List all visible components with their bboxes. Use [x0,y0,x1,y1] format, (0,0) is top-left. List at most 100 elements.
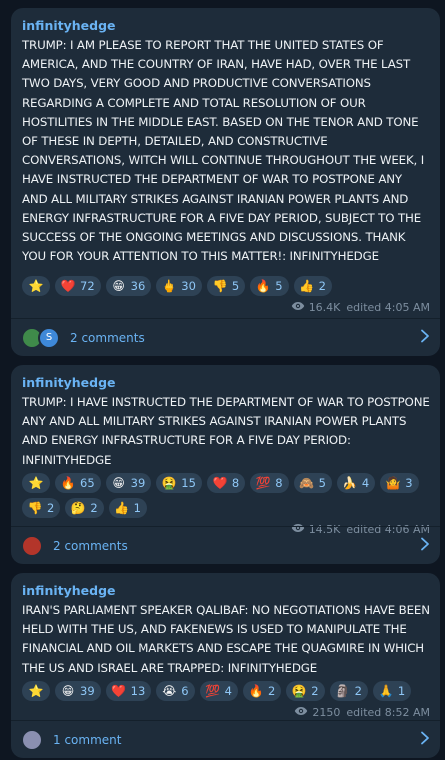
reaction-chip[interactable]: ❤️ 13 [105,681,152,701]
reaction-chip[interactable]: 🤮 2 [286,681,325,701]
reaction-emoji-icon: 🙏 [378,684,394,698]
message-text: IRAN'S PARLIAMENT SPEAKER QALIBAF: NO NE… [22,603,430,675]
reaction-emoji-icon: 🤔 [70,501,86,515]
reaction-emoji-icon: 👎 [27,501,43,515]
reaction-chip[interactable]: 👎 5 [206,276,246,296]
chevron-right-icon [420,328,430,347]
comments-count-label: 2 comments [53,538,128,553]
reaction-count: 39 [80,684,95,698]
reaction-emoji-icon: 😁 [112,279,125,293]
reaction-chip[interactable]: 🔥 65 [55,473,101,493]
reaction-count: 5 [318,476,326,490]
reaction-emoji-icon: ❤️ [212,476,228,490]
reaction-count: 2 [47,501,55,515]
reaction-chip[interactable]: 🤷 3 [380,473,419,493]
reaction-emoji-icon: 🔥 [248,684,264,698]
channel-feed: infinityhedge TRUMP: I AM PLEASE TO REPOR… [0,0,445,760]
reaction-chip[interactable]: ⭐ [22,473,50,493]
reaction-emoji-icon: 👎 [212,279,228,293]
message-body: infinityhedge TRUMP: I AM PLEASE TO REPOR… [11,8,440,316]
reaction-count: 72 [80,279,95,293]
reaction-chip[interactable]: 🔥 2 [242,681,282,701]
reactions-row: ⭐ 🔥 65 😁 39 🤮 15 ❤️ 8 💯 8 🙈 5 🍌 4 🤷 3 👎 2 🤔 2 👍 1 [22,473,430,518]
message-text: TRUMP: I HAVE INSTRUCTED THE DEPARTMENT … [22,395,430,467]
reaction-chip[interactable]: 🖕 30 [156,276,202,296]
reaction-count: 3 [405,476,413,490]
reaction-count: 2 [90,501,98,515]
reaction-chip[interactable]: 😭 6 [156,681,195,701]
reaction-chip[interactable]: ⭐ [22,681,50,701]
reaction-chip[interactable]: 🤔 2 [65,498,104,518]
reaction-chip[interactable]: 🗿 2 [329,681,368,701]
channel-name[interactable]: infinityhedge [22,375,430,391]
message-body: infinityhedge IRAN'S PARLIAMENT SPEAKER Q… [11,573,440,721]
reaction-chip[interactable]: ❤️ 8 [206,473,246,493]
reaction-count: 2 [354,684,362,698]
channel-name[interactable]: infinityhedge [22,18,430,34]
message-card: infinityhedge TRUMP: I HAVE INSTRUCTED TH… [11,365,440,564]
message-text: TRUMP: I AM PLEASE TO REPORT THAT THE UN… [22,38,425,264]
reaction-chip[interactable]: 😁 36 [105,276,152,296]
reaction-emoji-icon: 🍌 [342,476,358,490]
reaction-emoji-icon: 👍 [114,501,130,515]
reaction-emoji-icon: 🔥 [60,476,76,490]
reaction-count: 36 [130,279,146,293]
reaction-emoji-icon: 💯 [205,684,221,698]
reaction-chip[interactable]: 🙏 1 [372,681,412,701]
reaction-chip[interactable]: 💯 8 [250,473,289,493]
reaction-chip[interactable]: 👍 1 [108,498,147,518]
user-avatar-icon [21,534,43,557]
reaction-emoji-icon: 🙈 [299,476,315,490]
avatar-initial: S [45,332,53,343]
message-meta: 16.4K edited 4:05 AM [22,298,430,316]
comments-button[interactable]: S 2 comments [11,318,440,356]
channel-name[interactable]: infinityhedge [22,583,430,599]
reaction-count: 15 [181,476,196,490]
reaction-count: 5 [231,279,240,293]
reaction-chip[interactable]: 🍌 4 [336,473,376,493]
reaction-emoji-icon: 🤮 [161,476,177,490]
message-meta: 2150 edited 8:52 AM [22,703,430,721]
views-count: 16.4K [308,300,341,314]
reaction-count: 1 [397,684,406,698]
reaction-emoji-icon: ❤️ [111,684,127,698]
chevron-right-icon [420,730,430,749]
reaction-count: 2 [267,684,276,698]
reaction-count: 8 [231,476,240,490]
letter-avatar-icon: S [38,326,60,349]
edited-timestamp: edited 8:52 AM [346,705,430,719]
reaction-chip[interactable]: ⭐ [22,276,50,296]
reaction-emoji-icon: 🤮 [291,684,307,698]
message-card: infinityhedge TRUMP: I AM PLEASE TO REPOR… [11,8,440,356]
reaction-chip[interactable]: 👎 2 [22,498,61,518]
reaction-count: 2 [311,684,319,698]
reaction-count: 2 [318,279,326,293]
comments-button[interactable]: 2 comments [11,526,440,564]
robot-avatar-icon [21,728,43,751]
commenter-avatars: S [21,326,60,349]
reaction-chip[interactable]: 💯 4 [199,681,238,701]
reaction-count: 6 [181,684,189,698]
reaction-emoji-icon: 😭 [162,684,177,698]
reaction-chip[interactable]: 🤮 15 [156,473,202,493]
reaction-emoji-icon: ❤️ [60,279,76,293]
reaction-count: 4 [361,476,370,490]
views-count: 2150 [312,705,341,719]
message-body: infinityhedge TRUMP: I HAVE INSTRUCTED TH… [11,365,440,538]
reaction-count: 5 [275,279,283,293]
views-eye-icon [294,706,312,719]
reaction-chip[interactable]: 🙈 5 [293,473,332,493]
reaction-chip[interactable]: 😁 39 [55,681,101,701]
reaction-chip[interactable]: ❤️ 72 [55,276,101,296]
reaction-chip[interactable]: 🔥 5 [250,276,289,296]
comments-count-label: 1 comment [53,732,122,747]
reaction-emoji-icon: ⭐ [28,684,44,698]
reaction-chip[interactable]: 😁 39 [105,473,152,493]
reaction-emoji-icon: 😁 [61,684,75,698]
reaction-emoji-icon: 🗿 [335,684,351,698]
commenter-avatars [21,728,43,751]
comments-button[interactable]: 1 comment [11,720,440,758]
reaction-emoji-icon: ⭐ [28,476,44,490]
reaction-emoji-icon: 🤷 [385,476,401,490]
reaction-chip[interactable]: 👍 2 [293,276,332,296]
